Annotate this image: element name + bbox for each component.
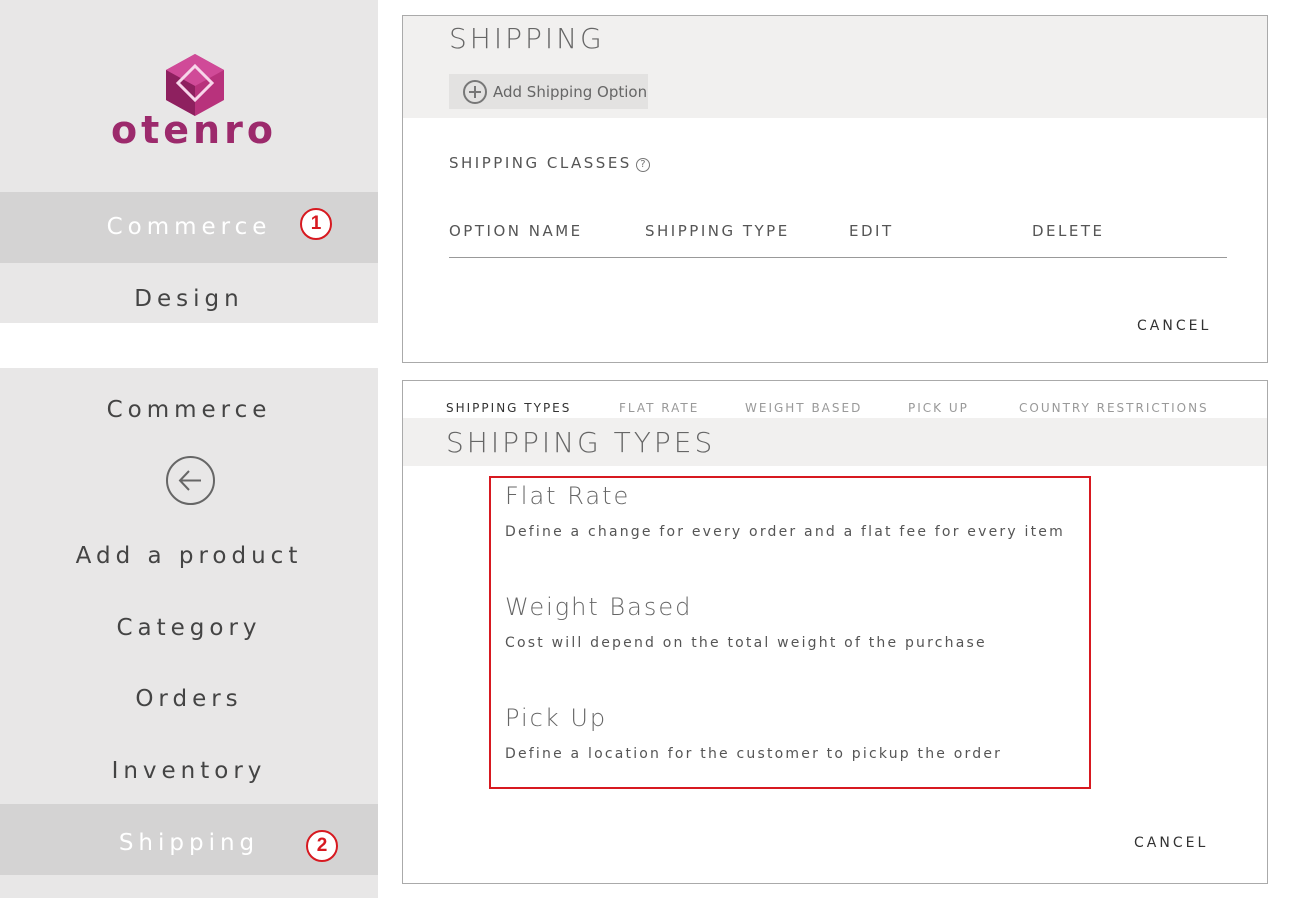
section-title: SHIPPING TYPES — [446, 426, 716, 459]
help-icon[interactable]: ? — [635, 158, 650, 172]
tab-weight-based[interactable]: WEIGHT BASED — [745, 401, 862, 415]
tab-pick-up[interactable]: PICK UP — [908, 401, 969, 415]
sidebar-header-commerce: Commerce — [106, 397, 272, 423]
shipping-types-list: Flat Rate Define a change for every orde… — [489, 476, 1091, 789]
annotation-marker: 2 — [306, 830, 338, 862]
sidebar-item-inventory[interactable]: Inventory — [0, 751, 378, 791]
annotation-marker: 1 — [300, 208, 332, 240]
shipping-classes-text: SHIPPING CLASSES — [449, 154, 632, 172]
add-shipping-option-button[interactable]: Add Shipping Option — [449, 74, 648, 109]
brand-name: otenro — [111, 108, 277, 152]
add-shipping-option-label: Add Shipping Option — [493, 82, 648, 101]
shipping-type-description: Define a location for the customer to pi… — [505, 746, 1003, 762]
column-header-edit[interactable]: EDIT — [849, 222, 894, 240]
sidebar-item-category[interactable]: Category — [0, 608, 378, 648]
cancel-button[interactable]: CANCEL — [1134, 835, 1208, 851]
brand-logo[interactable]: otenro — [106, 52, 282, 152]
tab-country-restrictions[interactable]: COUNTRY RESTRICTIONS — [1019, 401, 1209, 415]
column-header-delete[interactable]: DELETE — [1032, 222, 1105, 240]
shipping-type-description: Cost will depend on the total weight of … — [505, 635, 987, 651]
sidebar-item-orders[interactable]: Orders — [0, 679, 378, 719]
table-divider — [449, 257, 1227, 258]
shipping-classes-label: SHIPPING CLASSES? — [449, 154, 650, 172]
shipping-type-pick-up[interactable]: Pick Up — [505, 704, 607, 732]
shipping-type-description: Define a change for every order and a fl… — [505, 524, 1065, 540]
sidebar-top: otenro Commerce Design — [0, 0, 378, 323]
shipping-type-flat-rate[interactable]: Flat Rate — [505, 482, 630, 510]
tab-flat-rate[interactable]: FLAT RATE — [619, 401, 699, 415]
arrow-left-icon — [178, 470, 201, 491]
shipping-type-weight-based[interactable]: Weight Based — [505, 593, 692, 621]
sidebar-item-design[interactable]: Design — [0, 265, 378, 323]
shipping-types-panel: SHIPPING TYPES FLAT RATE WEIGHT BASED PI… — [402, 380, 1268, 884]
column-header-option-name[interactable]: OPTION NAME — [449, 222, 583, 240]
column-header-shipping-type[interactable]: SHIPPING TYPE — [645, 222, 790, 240]
page-title: SHIPPING — [449, 22, 605, 55]
arrow-left-circle-icon[interactable] — [166, 456, 215, 505]
plus-circle-icon — [463, 79, 487, 104]
sidebar-item-add-product[interactable]: Add a product — [0, 536, 378, 576]
tab-shipping-types[interactable]: SHIPPING TYPES — [446, 401, 571, 415]
shipping-panel: SHIPPING Add Shipping Option SHIPPING CL… — [402, 15, 1268, 363]
cancel-button[interactable]: CANCEL — [1137, 318, 1211, 334]
